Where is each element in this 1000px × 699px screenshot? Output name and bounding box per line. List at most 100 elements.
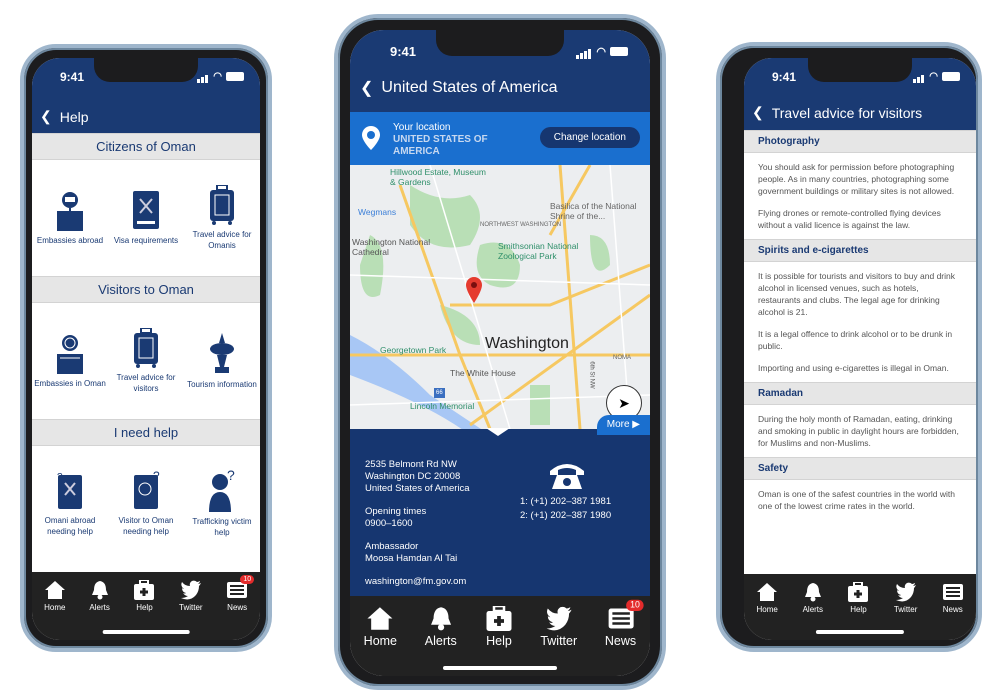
section-header: Visitors to Oman [32, 276, 260, 303]
tab-home[interactable]: Home [756, 582, 778, 614]
collapse-arrow-icon[interactable] [486, 428, 510, 436]
section-header: I need help [32, 419, 260, 446]
advice-paragraph: Oman is one of the safest countries in t… [758, 489, 956, 511]
map-label: Basilica of the National Shrine of the..… [550, 201, 637, 221]
help-tile[interactable]: Travel advice for visitors [108, 328, 183, 394]
twitter-icon [894, 582, 918, 602]
advice-section-header: Photography [744, 130, 976, 153]
tab-label: Help [486, 634, 512, 649]
tab-news[interactable]: News 10 [226, 575, 255, 612]
advice-section-body: During the holy month of Ramadan, eating… [744, 405, 976, 457]
twitter-icon [179, 580, 203, 600]
phone-number[interactable]: 2: (+1) 202–387 1980 [520, 509, 611, 523]
phone-embassy: 9:41 ◠ ❮ United States of America Your loc… [334, 14, 666, 690]
advice-section-header: Spirits and e-cigarettes [744, 239, 976, 262]
section-grid: Embassies in Oman Travel advice for visit… [32, 303, 260, 419]
chevron-left-icon: ❮ [40, 108, 52, 124]
tab-home[interactable]: Home [44, 580, 66, 612]
tab-label: Alerts [802, 605, 824, 614]
help-tile[interactable]: Embassies abroad [32, 191, 107, 246]
help-screen: 9:41 ◠ ❮ Help Citizens of Oman Embassies ab… [32, 58, 260, 640]
tab-twitter[interactable]: Twitter [540, 606, 577, 649]
advice-paragraph: It is a legal offence to drink alcohol o… [758, 329, 953, 351]
map-label: 66 [434, 388, 445, 398]
map-marker-icon[interactable] [466, 277, 482, 303]
page-title: Help [59, 108, 89, 125]
tab-label: Home [44, 603, 66, 612]
tab-label: Help [850, 605, 867, 614]
map-label: Washington National Cathedral [352, 237, 431, 257]
medical-kit-icon [485, 606, 513, 631]
map-city-label: Washington [485, 335, 569, 352]
back-button[interactable]: ❮ Travel advice for visitors [752, 104, 922, 121]
email-link[interactable]: washington@fm.gov.om [365, 576, 470, 588]
advice-paragraph: Flying drones or remote-controlled flyin… [758, 208, 941, 230]
help-tile[interactable]: Embassies in Oman [32, 334, 107, 389]
tile-label: Embassies in Oman [34, 378, 106, 388]
chevron-left-icon: ❮ [752, 104, 764, 120]
tab-help[interactable]: Help [133, 580, 155, 612]
tab-alerts[interactable]: Alerts [89, 580, 110, 612]
tab-news[interactable]: News [942, 582, 964, 614]
tab-label: Alerts [424, 634, 457, 649]
tab-news[interactable]: News 10 [605, 599, 644, 649]
tab-label: Twitter [540, 634, 578, 649]
passport-globe-question-icon: ? [108, 471, 183, 511]
home-icon [756, 582, 778, 602]
tab-twitter[interactable]: Twitter [179, 580, 203, 612]
change-location-button[interactable]: Change location [539, 127, 640, 148]
section-grid: Embassies abroad Visa requirements Travel … [32, 160, 260, 276]
passport-icon [108, 190, 183, 231]
help-tile[interactable]: ? Trafficking victim help [184, 470, 259, 538]
help-tile[interactable]: ? Visitor to Oman needing help [108, 471, 183, 537]
medical-kit-icon [133, 580, 155, 600]
address-line: Washington DC 20008 [365, 471, 461, 482]
tab-help[interactable]: Help [485, 606, 513, 649]
tab-help[interactable]: Help [847, 582, 869, 614]
advice-section-header: Ramadan [744, 382, 976, 405]
advice-paragraph: You should ask for permission before pho… [758, 162, 955, 196]
tab-twitter[interactable]: Twitter [894, 582, 918, 614]
svg-text:?: ? [227, 470, 235, 483]
help-tile[interactable]: Visa requirements [108, 190, 183, 246]
notification-badge: 10 [240, 575, 255, 584]
map[interactable]: Hillwood Estate, Museum & Gardens Wegmans… [350, 165, 650, 429]
help-tile[interactable]: Travel advice for Omanis [184, 185, 259, 251]
medical-kit-icon [847, 582, 869, 602]
svg-text:?: ? [153, 471, 160, 483]
phone-number[interactable]: 1: (+1) 202–387 1981 [520, 495, 611, 509]
map-label: Wegmans [358, 207, 397, 217]
map-label: 6th St NW [588, 361, 595, 389]
tile-label: Tourism information [187, 379, 257, 389]
advice-section-body: You should ask for permission before pho… [744, 153, 976, 239]
address-line: 2535 Belmont Rd NW [365, 459, 457, 470]
bell-icon [803, 582, 823, 602]
map-label: Georgetown Park [380, 345, 447, 355]
tab-home[interactable]: Home [364, 606, 397, 649]
advice-screen: 9:41 ◠ ❮ Travel advice for visitors Photog… [744, 58, 976, 640]
tab-label: News [942, 605, 963, 614]
section-header: Citizens of Oman [32, 133, 260, 160]
location-bar: Your location UNITED STATES OF AMERICA C… [350, 112, 650, 165]
tab-alerts[interactable]: Alerts [425, 606, 457, 649]
advice-section-body: Oman is one of the safest countries in t… [744, 480, 976, 520]
help-tile[interactable]: Tourism information [184, 332, 259, 390]
svg-text:?: ? [57, 472, 63, 483]
advice-paragraph: During the holy month of Ramadan, eating… [758, 414, 959, 448]
home-icon [364, 606, 397, 631]
address-line: United States of America [365, 483, 470, 494]
suitcase-icon [108, 328, 183, 368]
status-time: 9:41 [60, 70, 85, 84]
tab-label: Alerts [89, 603, 110, 612]
embassy-map-icon [32, 191, 107, 231]
back-button[interactable]: ❮ Help [40, 108, 89, 125]
incense-burner-icon [184, 332, 259, 375]
status-time: 9:41 [772, 70, 797, 84]
home-icon [44, 580, 66, 600]
tab-alerts[interactable]: Alerts [803, 582, 823, 614]
more-button[interactable]: More ▶ [596, 415, 650, 435]
tile-label: Visa requirements [113, 235, 179, 245]
advice-paragraph: It is possible for tourists and visitors… [758, 271, 956, 317]
help-tile[interactable]: ? Omani abroad needing help [32, 471, 107, 537]
back-button[interactable]: ❮ United States of America [360, 78, 558, 98]
